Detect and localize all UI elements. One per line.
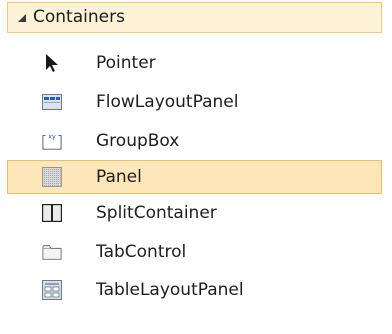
toolbox-item-tabcontrol[interactable]: TabControl [7, 235, 382, 269]
expanded-triangle-icon[interactable] [18, 13, 26, 22]
toolbox-item-label: TabControl [96, 241, 187, 262]
toolbox-item-splitcontainer[interactable]: SplitContainer [7, 196, 382, 230]
toolbox-item-pointer[interactable]: Pointer [7, 46, 382, 80]
split-container-icon [42, 203, 62, 223]
group-label: Containers [33, 7, 125, 27]
pointer-arrow-icon [42, 53, 62, 73]
flow-layout-panel-icon [42, 92, 62, 112]
toolbox-item-panel[interactable]: Panel [7, 160, 382, 194]
group-box-icon: xy [42, 131, 62, 151]
toolbox-item-label: Panel [96, 166, 142, 187]
svg-text:xy: xy [48, 133, 56, 140]
toolbox-item-groupbox[interactable]: xy GroupBox [7, 124, 382, 158]
toolbox-panel: Containers Pointer FlowLayoutPanel xy Gr… [0, 0, 392, 334]
tab-control-icon [42, 242, 62, 262]
panel-icon [42, 167, 62, 187]
toolbox-item-label: Pointer [96, 52, 156, 73]
toolbox-item-label: TableLayoutPanel [96, 279, 244, 300]
toolbox-item-flowlayoutpanel[interactable]: FlowLayoutPanel [7, 85, 382, 119]
toolbox-item-tablelayoutpanel[interactable]: TableLayoutPanel [7, 273, 382, 307]
group-header-containers[interactable]: Containers [7, 2, 382, 33]
toolbox-item-label: FlowLayoutPanel [96, 91, 239, 112]
toolbox-item-label: GroupBox [96, 130, 180, 151]
toolbox-item-label: SplitContainer [96, 202, 217, 223]
table-layout-panel-icon [42, 280, 62, 300]
